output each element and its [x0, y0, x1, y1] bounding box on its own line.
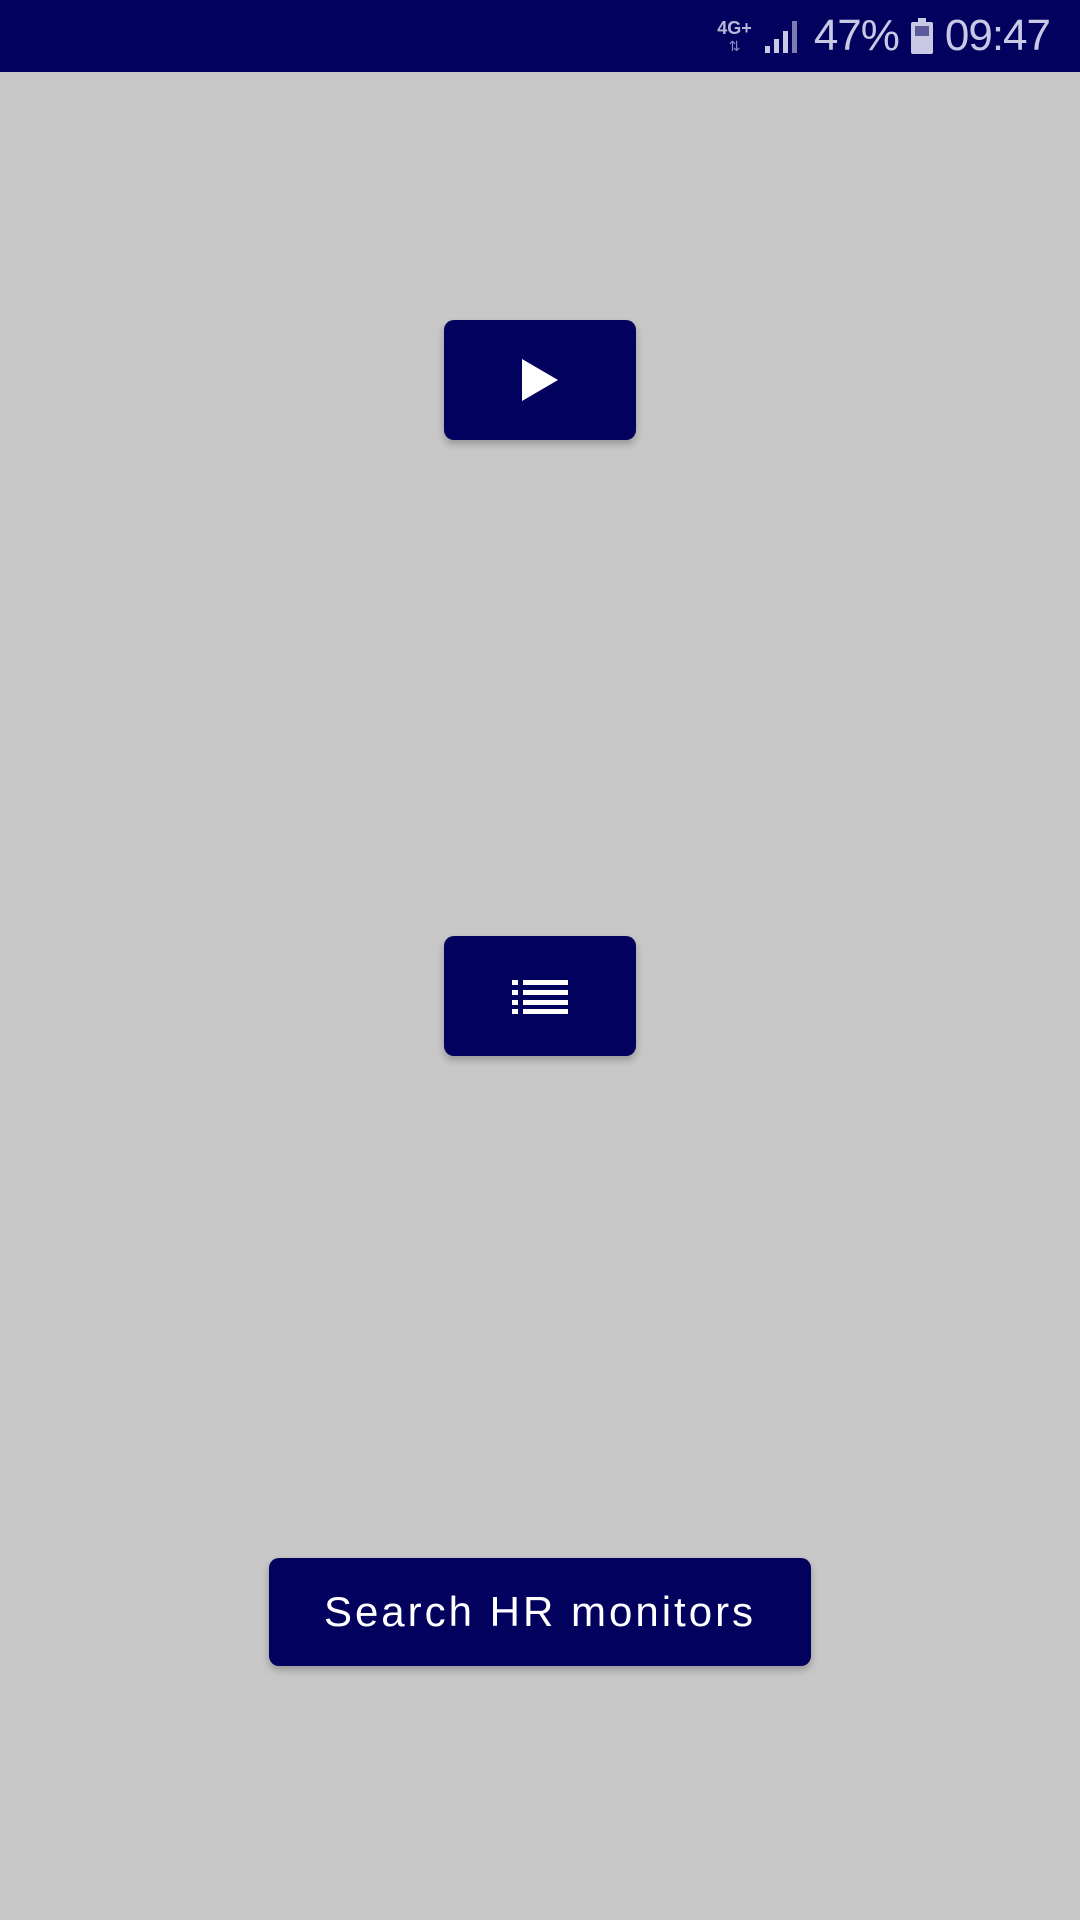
network-type-label: 4G+ — [717, 18, 752, 38]
battery-icon — [910, 18, 933, 54]
network-type-indicator: 4G+ ⇅ — [717, 19, 752, 53]
search-hr-monitors-label: Search HR monitors — [323, 1588, 757, 1635]
play-icon — [522, 359, 558, 401]
signal-bars-icon — [764, 21, 797, 53]
app-screen: 4G+ ⇅ 47% 09:47 Search HR monitors — [0, 0, 1080, 1920]
status-icons: 4G+ ⇅ 47% 09:47 — [717, 0, 1051, 72]
list-icon — [512, 980, 568, 1014]
search-hr-monitors-button[interactable]: Search HR monitors — [269, 1558, 811, 1666]
play-button[interactable] — [444, 320, 636, 440]
list-button[interactable] — [444, 936, 636, 1056]
status-bar: 4G+ ⇅ 47% 09:47 — [0, 0, 1080, 72]
data-activity-icon: ⇅ — [728, 38, 741, 54]
battery-percentage: 47% — [813, 11, 900, 60]
status-clock: 09:47 — [944, 11, 1051, 60]
